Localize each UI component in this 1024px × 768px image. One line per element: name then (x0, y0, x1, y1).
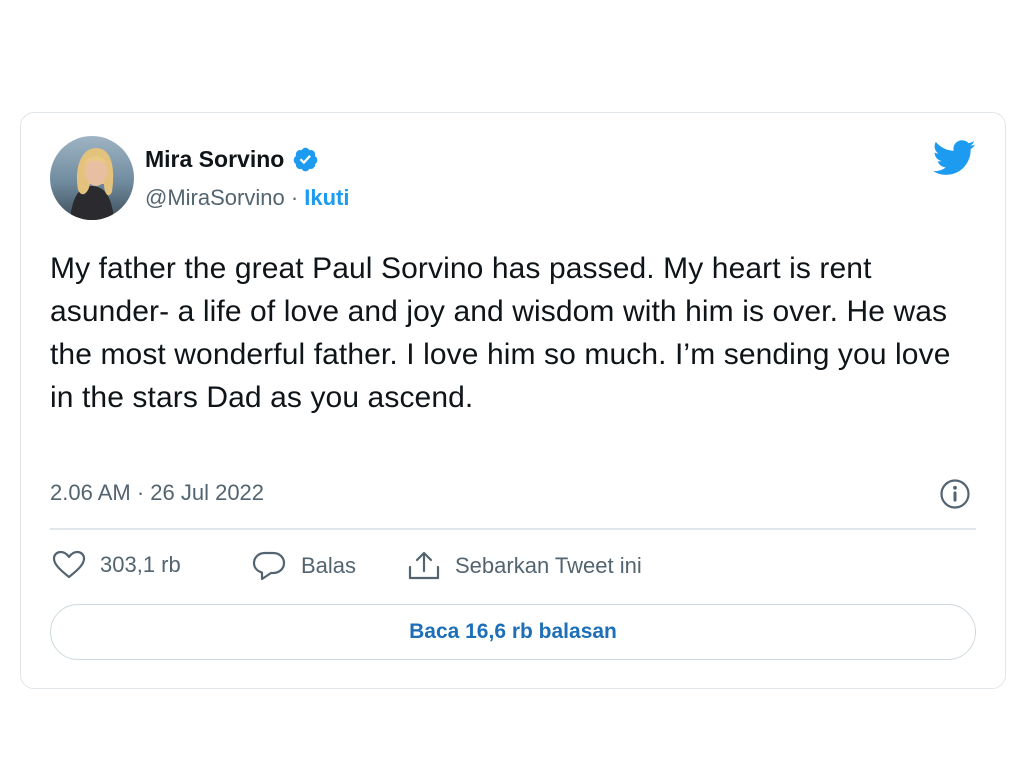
handle-row: @MiraSorvino · Ikuti (145, 185, 350, 211)
twitter-bird-icon[interactable] (933, 140, 976, 176)
share-upload-icon (408, 551, 440, 580)
read-replies-button[interactable]: Baca 16,6 rb balasan (50, 604, 976, 660)
handle-separator: · (284, 185, 305, 210)
share-label: Sebarkan Tweet ini (455, 553, 642, 578)
follow-button[interactable]: Ikuti (304, 185, 349, 210)
tweet-text: My father the great Paul Sorvino has pas… (50, 252, 951, 414)
share-action[interactable]: Sebarkan Tweet ini (407, 550, 642, 582)
author-handle[interactable]: @MiraSorvino (145, 185, 285, 210)
reply-bubble-icon (252, 551, 286, 581)
heart-icon (52, 550, 86, 579)
author-name[interactable]: Mira Sorvino (145, 146, 284, 173)
like-action[interactable]: 303,1 rb (52, 550, 181, 580)
divider (50, 528, 976, 530)
tweet-timestamp[interactable]: 2.06 AM · 26 Jul 2022 (50, 480, 264, 506)
avatar[interactable] (50, 136, 134, 220)
like-count: 303,1 rb (100, 552, 181, 577)
reply-label: Balas (301, 553, 357, 578)
author-name-row[interactable]: Mira Sorvino (145, 146, 319, 173)
info-icon[interactable] (939, 478, 971, 510)
verified-badge-icon (293, 147, 318, 172)
reply-action[interactable]: Balas (251, 550, 356, 582)
